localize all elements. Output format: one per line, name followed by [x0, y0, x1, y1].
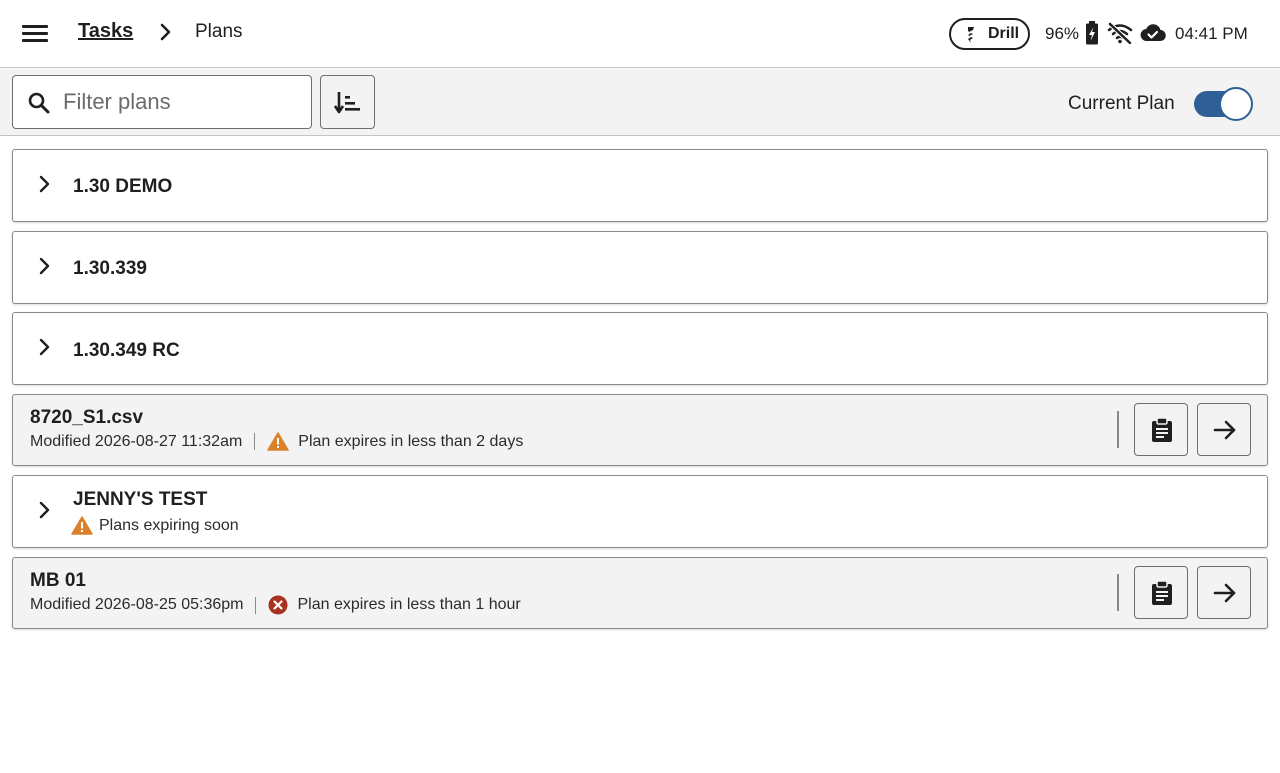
plan-expiry-status: Plan expires in less than 2 days	[298, 432, 524, 450]
plan-folder-row[interactable]: 1.30.349 RC	[12, 312, 1268, 385]
plan-details-button[interactable]	[1134, 403, 1188, 456]
clipboard-icon	[1152, 417, 1172, 442]
meta-divider	[254, 433, 256, 450]
chevron-right-icon[interactable]	[37, 257, 53, 275]
app-header: Tasks Plans Drill 96% 04:41 PM	[0, 0, 1280, 68]
chevron-right-icon[interactable]	[37, 338, 53, 356]
plan-file-meta: Modified 2026-08-25 05:36pm Plan expires…	[30, 595, 521, 615]
plan-modified-date: Modified 2026-08-25 05:36pm	[30, 596, 244, 613]
drill-mode-badge[interactable]: Drill	[949, 18, 1030, 50]
chevron-right-icon[interactable]	[37, 501, 53, 519]
arrow-right-icon	[1213, 420, 1236, 440]
plan-folder-title: 1.30 DEMO	[73, 176, 173, 197]
actions-divider	[1117, 574, 1119, 611]
wifi-off-icon	[1107, 22, 1133, 44]
plan-folder-row[interactable]: 1.30 DEMO	[12, 149, 1268, 222]
sort-button[interactable]	[320, 75, 375, 129]
hamburger-menu-icon[interactable]	[22, 23, 48, 45]
plans-toolbar: Current Plan	[0, 69, 1280, 136]
drill-mode-label: Drill	[988, 25, 1020, 42]
search-icon	[28, 92, 50, 114]
arrow-right-icon	[1213, 583, 1236, 603]
plan-folder-row[interactable]: 1.30.339	[12, 231, 1268, 304]
open-plan-button[interactable]	[1197, 566, 1251, 619]
breadcrumb-current: Plans	[195, 21, 243, 42]
breadcrumb-tasks-link[interactable]: Tasks	[78, 20, 133, 43]
plan-file-row[interactable]: 8720_S1.csv Modified 2026-08-27 11:32am …	[12, 394, 1268, 466]
folder-expiry-warning: Plans expiring soon	[71, 516, 239, 535]
warning-triangle-icon	[71, 516, 93, 535]
battery-charging-icon	[1086, 21, 1098, 45]
plan-folder-title: 1.30.349 RC	[73, 340, 180, 361]
plan-file-title: 8720_S1.csv	[30, 407, 144, 428]
battery-percentage: 96%	[1045, 24, 1080, 43]
plan-file-row[interactable]: MB 01 Modified 2026-08-25 05:36pm Plan e…	[12, 557, 1268, 629]
open-plan-button[interactable]	[1197, 403, 1251, 456]
plan-folder-title: 1.30.339	[73, 258, 147, 279]
current-plan-toggle[interactable]	[1193, 87, 1253, 121]
drill-bit-icon	[968, 27, 974, 43]
plan-file-meta: Modified 2026-08-27 11:32am Plan expires…	[30, 432, 523, 451]
folder-expiry-status: Plans expiring soon	[99, 516, 239, 534]
plan-folder-row[interactable]: JENNY'S TEST Plans expiring soon	[12, 475, 1268, 548]
sort-icon	[334, 92, 360, 114]
plan-folder-title: JENNY'S TEST	[73, 489, 208, 510]
chevron-right-icon[interactable]	[37, 175, 53, 193]
plan-modified-date: Modified 2026-08-27 11:32am	[30, 432, 243, 450]
clipboard-icon	[1152, 580, 1172, 605]
error-circle-icon	[268, 595, 288, 615]
chevron-right-icon	[160, 23, 171, 41]
filter-field[interactable]	[12, 75, 312, 129]
clock: 04:41 PM	[1175, 24, 1248, 43]
filter-plans-input[interactable]	[63, 84, 303, 120]
cloud-done-icon	[1140, 24, 1166, 42]
toggle-knob	[1219, 87, 1253, 121]
plan-details-button[interactable]	[1134, 566, 1188, 619]
actions-divider	[1117, 411, 1119, 448]
warning-triangle-icon	[267, 432, 290, 451]
plan-expiry-status: Plan expires in less than 1 hour	[297, 596, 521, 613]
plan-file-title: MB 01	[30, 570, 86, 591]
current-plan-toggle-label: Current Plan	[1068, 93, 1175, 114]
meta-divider	[255, 596, 257, 614]
